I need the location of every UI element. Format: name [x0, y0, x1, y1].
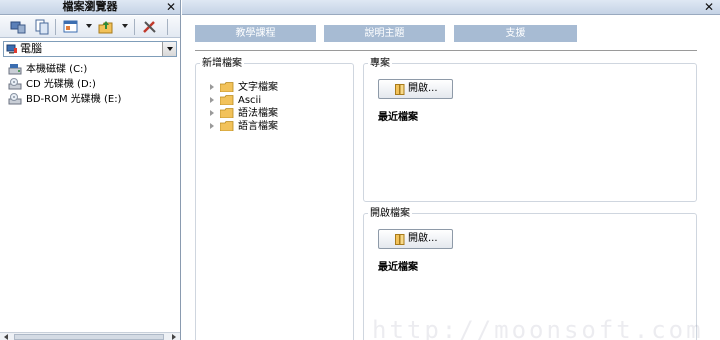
- folder-icon: [220, 95, 234, 105]
- computer-icon[interactable]: [10, 19, 26, 35]
- file-browser-panel: 檔案瀏覽器 ✕ 電腦 本機磁碟 (C:) CD 光碟機 (D:) BD-ROM …: [0, 0, 181, 340]
- expand-icon[interactable]: [210, 123, 214, 129]
- upload-icon[interactable]: [98, 19, 114, 35]
- new-file-group: 新增檔案 文字檔案 Ascii 語法檔案 語言檔案: [195, 58, 354, 340]
- drive-label: BD-ROM 光碟機 (E:): [26, 94, 122, 105]
- chevron-down-icon[interactable]: [122, 24, 128, 28]
- drive-item-d[interactable]: CD 光碟機 (D:): [0, 77, 180, 92]
- cd-drive-icon: [8, 93, 22, 105]
- tree-item-label: 語言檔案: [238, 121, 278, 132]
- tools-icon[interactable]: [142, 19, 158, 35]
- recent-files-label: 最近檔案: [378, 112, 418, 123]
- open-button-label: 開啟...: [408, 83, 438, 94]
- horizontal-scrollbar[interactable]: [0, 332, 180, 340]
- copy-icon[interactable]: [34, 19, 50, 35]
- chevron-down-icon[interactable]: [86, 24, 92, 28]
- toolbar-separator: [167, 19, 168, 35]
- computer-icon: [6, 44, 17, 54]
- tab-divider: [195, 50, 697, 51]
- drive-item-e[interactable]: BD-ROM 光碟機 (E:): [0, 92, 180, 107]
- new-file-title: 新增檔案: [200, 58, 244, 70]
- tab-help-topics[interactable]: 說明主題: [324, 25, 445, 42]
- toolbar-separator: [55, 19, 56, 35]
- drive-label: 本機磁碟 (C:): [26, 64, 88, 75]
- open-book-icon: [395, 84, 405, 95]
- chevron-down-icon[interactable]: [162, 42, 176, 56]
- scroll-left-icon[interactable]: [4, 334, 8, 340]
- watermark: http://moonsoft.com: [372, 316, 704, 340]
- drive-item-c[interactable]: 本機磁碟 (C:): [0, 62, 180, 77]
- file-browser-title: 檔案瀏覽器: [0, 0, 180, 15]
- open-file-title: 開啟檔案: [368, 208, 412, 220]
- tab-tutorials[interactable]: 教學課程: [195, 25, 316, 42]
- project-group: 專案 開啟... 最近檔案: [363, 58, 697, 202]
- tab-support[interactable]: 支援: [454, 25, 577, 42]
- expand-icon[interactable]: [210, 84, 214, 90]
- drive-list: 本機磁碟 (C:) CD 光碟機 (D:) BD-ROM 光碟機 (E:): [0, 62, 180, 107]
- open-book-icon: [395, 234, 405, 245]
- start-page: ✕ 教學課程 說明主題 支援 新增檔案 文字檔案 Ascii 語法檔案 語言檔案…: [182, 0, 720, 340]
- main-titlebar: [182, 0, 720, 15]
- tree-item-label: 文字檔案: [238, 82, 278, 93]
- recent-files-label: 最近檔案: [378, 262, 418, 273]
- hard-disk-icon: [8, 64, 22, 75]
- view-icon[interactable]: [63, 19, 79, 35]
- project-title: 專案: [368, 58, 392, 70]
- expand-icon[interactable]: [210, 97, 214, 103]
- scrollbar-thumb[interactable]: [14, 334, 164, 340]
- expand-icon[interactable]: [210, 110, 214, 116]
- folder-icon: [220, 108, 234, 118]
- scroll-right-icon[interactable]: [172, 334, 176, 340]
- drive-select[interactable]: 電腦: [3, 41, 177, 57]
- drive-label: CD 光碟機 (D:): [26, 79, 96, 90]
- cd-drive-icon: [8, 78, 22, 90]
- close-icon[interactable]: ✕: [704, 0, 714, 14]
- folder-icon: [220, 82, 234, 92]
- open-project-button[interactable]: 開啟...: [378, 79, 453, 99]
- open-button-label: 開啟...: [408, 233, 438, 244]
- drive-select-value: 電腦: [20, 42, 42, 55]
- folder-icon: [220, 121, 234, 131]
- file-browser-toolbar: [0, 16, 180, 38]
- close-icon[interactable]: ✕: [166, 0, 176, 14]
- toolbar-separator: [134, 19, 135, 35]
- tree-item-label: Ascii: [238, 95, 262, 106]
- open-file-button[interactable]: 開啟...: [378, 229, 453, 249]
- tree-item-label: 語法檔案: [238, 108, 278, 119]
